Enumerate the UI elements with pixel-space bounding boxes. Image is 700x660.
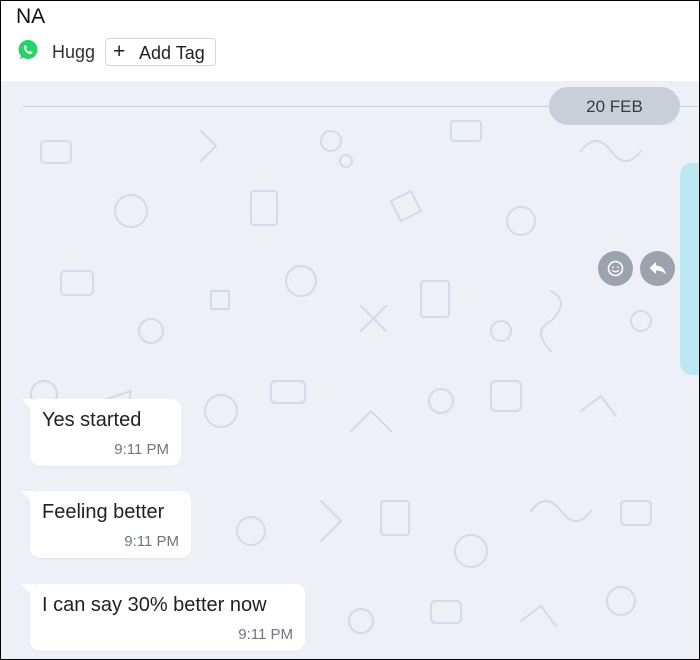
- chat-header: NA Hugg + Add Tag: [1, 1, 699, 81]
- date-separator: 20 FEB: [549, 87, 680, 125]
- message-time: 9:11 PM: [238, 626, 293, 643]
- outgoing-message-bubble[interactable]: [680, 163, 699, 375]
- message-time: 9:11 PM: [124, 533, 179, 550]
- date-separator-label: 20 FEB: [586, 97, 643, 116]
- add-tag-button[interactable]: + Add Tag: [105, 38, 216, 66]
- plus-icon: +: [113, 40, 126, 63]
- message-text: Yes started: [42, 409, 142, 431]
- incoming-message[interactable]: Feeling better 9:11 PM: [21, 491, 191, 558]
- reply-icon: [649, 262, 666, 275]
- add-tag-label: Add Tag: [139, 43, 205, 63]
- contact-name: NA: [16, 5, 46, 28]
- whatsapp-icon: [18, 40, 38, 59]
- doodle-background: [30, 120, 652, 634]
- react-button[interactable]: [598, 251, 633, 286]
- incoming-message[interactable]: Yes started 9:11 PM: [21, 399, 181, 466]
- message-text: I can say 30% better now: [42, 594, 267, 616]
- message-area[interactable]: 20 FEB Yes started 9:11 PM Feeling bette…: [1, 81, 699, 659]
- channel-name: Hugg: [52, 42, 96, 62]
- message-time: 9:11 PM: [114, 441, 169, 458]
- chat-window: NA Hugg + Add Tag 20 FEB Yes started 9:1…: [0, 0, 700, 660]
- incoming-message[interactable]: I can say 30% better now 9:11 PM: [21, 584, 305, 651]
- reply-button[interactable]: [640, 251, 675, 286]
- smiley-icon: [607, 260, 624, 277]
- message-text: Feeling better: [42, 501, 165, 523]
